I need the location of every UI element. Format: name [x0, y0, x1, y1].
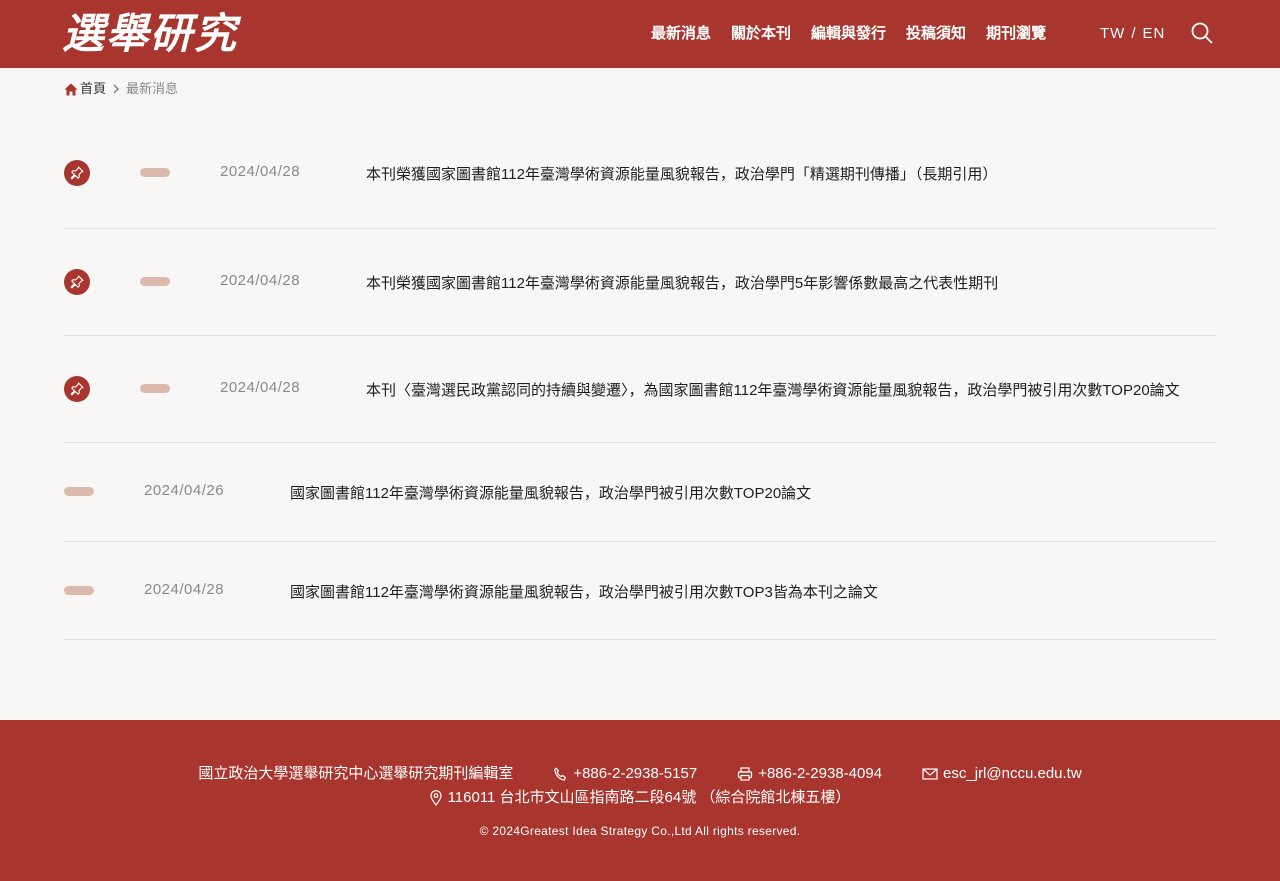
footer-fax-text: +886-2-2938-4094: [758, 765, 883, 782]
search-button[interactable]: [1190, 21, 1216, 47]
nav-item-submission[interactable]: 投稿須知: [906, 22, 966, 46]
category-tag: [140, 277, 170, 286]
nav-item-editorial[interactable]: 編輯與發行: [811, 22, 886, 46]
news-title[interactable]: 本刊〈臺灣選民政黨認同的持續與變遷〉，為國家圖書館112年臺灣學術資源能量風貌報…: [366, 379, 1212, 400]
pin-badge: [64, 269, 90, 295]
footer-org: 國立政治大學選舉研究中心選舉研究期刊編輯室: [198, 764, 513, 784]
site-logo[interactable]: 選舉研究: [62, 6, 238, 62]
footer-fax: +886-2-2938-4094: [737, 764, 882, 784]
footer-phone[interactable]: +886-2-2938-5157: [553, 764, 697, 784]
news-title[interactable]: 國家圖書館112年臺灣學術資源能量風貌報告，政治學門被引用次數TOP20論文: [290, 482, 1210, 503]
nav-item-browse[interactable]: 期刊瀏覽: [986, 22, 1046, 46]
news-date: 2024/04/26: [144, 482, 225, 499]
lang-en-link[interactable]: EN: [1143, 25, 1166, 42]
news-item[interactable]: 2024/04/28 本刊榮獲國家圖書館112年臺灣學術資源能量風貌報告，政治學…: [64, 228, 1216, 336]
phone-icon: [554, 767, 567, 781]
news-date: 2024/04/28: [220, 379, 301, 396]
map-pin-icon: [429, 790, 442, 806]
news-title[interactable]: 國家圖書館112年臺灣學術資源能量風貌報告，政治學門被引用次數TOP3皆為本刊之…: [290, 581, 1210, 602]
site-header: 選舉研究 最新消息 關於本刊 編輯與發行 投稿須知 期刊瀏覽 TW / EN: [0, 0, 1280, 68]
nav-item-about[interactable]: 關於本刊: [731, 22, 791, 46]
category-tag: [140, 168, 170, 177]
category-tag: [64, 487, 94, 496]
news-item[interactable]: 2024/04/28 國家圖書館112年臺灣學術資源能量風貌報告，政治學門被引用…: [64, 541, 1216, 640]
category-tag: [64, 586, 94, 595]
mail-icon: [922, 768, 938, 780]
printer-icon: [738, 767, 753, 781]
search-icon: [1191, 22, 1213, 44]
news-title[interactable]: 本刊榮獲國家圖書館112年臺灣學術資源能量風貌報告，政治學門5年影響係數最高之代…: [366, 272, 1216, 293]
breadcrumb: 首頁 最新消息: [64, 79, 178, 99]
pin-badge: [64, 376, 90, 402]
category-tag: [140, 384, 170, 393]
pin-icon: [70, 275, 84, 289]
breadcrumb-home[interactable]: 首頁: [64, 79, 106, 99]
site-footer: 國立政治大學選舉研究中心選舉研究期刊編輯室 +886-2-2938-5157 +…: [0, 720, 1280, 881]
footer-copyright: © 2024Greatest Idea Strategy Co.,Ltd All…: [479, 824, 801, 838]
news-date: 2024/04/28: [220, 163, 301, 180]
news-item[interactable]: 2024/04/26 國家圖書館112年臺灣學術資源能量風貌報告，政治學門被引用…: [64, 442, 1216, 542]
chevron-right-icon: [113, 84, 119, 94]
footer-org-text: 國立政治大學選舉研究中心選舉研究期刊編輯室: [198, 765, 514, 782]
footer-email-text: esc_jrl@nccu.edu.tw: [943, 765, 1082, 782]
news-title[interactable]: 本刊榮獲國家圖書館112年臺灣學術資源能量風貌報告，政治學門「精選期刊傳播」（長…: [366, 163, 1216, 184]
home-icon: [64, 83, 78, 95]
footer-phone-text: +886-2-2938-5157: [573, 765, 698, 782]
news-item[interactable]: 2024/04/28 本刊〈臺灣選民政黨認同的持續與變遷〉，為國家圖書館112年…: [64, 335, 1216, 443]
language-switcher: TW / EN: [1100, 22, 1165, 46]
news-date: 2024/04/28: [144, 581, 225, 598]
main-nav: 最新消息 關於本刊 編輯與發行 投稿須知 期刊瀏覽: [651, 22, 1066, 46]
lang-separator: /: [1131, 25, 1137, 42]
news-item[interactable]: 2024/04/28 本刊榮獲國家圖書館112年臺灣學術資源能量風貌報告，政治學…: [64, 120, 1216, 229]
footer-email[interactable]: esc_jrl@nccu.edu.tw: [922, 764, 1082, 784]
breadcrumb-home-label: 首頁: [80, 81, 107, 96]
nav-item-news[interactable]: 最新消息: [651, 22, 711, 46]
pin-badge: [64, 160, 90, 186]
footer-contact: 國立政治大學選舉研究中心選舉研究期刊編輯室 +886-2-2938-5157 +…: [0, 764, 1280, 784]
lang-tw-link[interactable]: TW: [1100, 25, 1125, 42]
news-date: 2024/04/28: [220, 272, 301, 289]
footer-address: 116011 台北市文山區指南路二段64號 （綜合院館北棟五樓）: [429, 788, 851, 808]
pin-icon: [70, 166, 84, 180]
footer-address-text: 116011 台北市文山區指南路二段64號 （綜合院館北棟五樓）: [447, 789, 851, 806]
footer-address-line: 116011 台北市文山區指南路二段64號 （綜合院館北棟五樓）: [0, 788, 1280, 808]
pin-icon: [70, 382, 84, 396]
breadcrumb-current: 最新消息: [126, 81, 179, 96]
